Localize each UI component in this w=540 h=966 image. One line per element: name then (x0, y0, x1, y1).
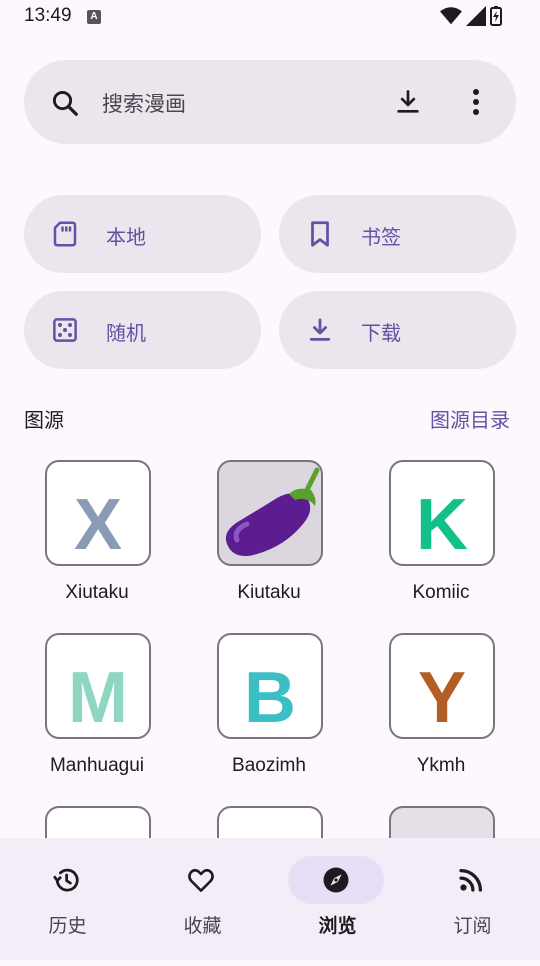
source-logo: M (45, 633, 151, 739)
nav-browse-label: 浏览 (318, 915, 357, 937)
local-button[interactable]: 本地 (24, 195, 261, 273)
source-name: Komiic (412, 582, 470, 603)
more-vert-icon[interactable] (466, 86, 486, 118)
source-logo-letter: K (416, 485, 468, 565)
search-input[interactable]: 搜索漫画 (102, 88, 186, 118)
source-logo: B (217, 633, 323, 739)
downloads-label: 下载 (361, 321, 401, 345)
source-name: Xiutaku (65, 582, 129, 603)
rss-icon (459, 869, 482, 892)
nav-history-label: 历史 (48, 915, 87, 937)
bookmark-icon (311, 221, 329, 247)
status-time: 13:49 (24, 5, 72, 26)
downloads-button[interactable]: 下载 (279, 291, 516, 369)
source-tile-xiutaku[interactable]: X Xiutaku (19, 460, 169, 620)
source-logo-letter: X (73, 485, 123, 565)
status-bar: 13:49 A (0, 0, 540, 34)
source-logo: X (45, 460, 151, 566)
source-logo-letter: B (244, 658, 296, 738)
source-tile-manhuagui[interactable]: M Manhuagui (19, 633, 169, 793)
notification-a-icon: A (87, 10, 101, 24)
nav-favorites-label: 收藏 (183, 915, 222, 937)
local-label: 本地 (106, 225, 146, 249)
bookmarks-label: 书签 (361, 225, 401, 249)
battery-icon (490, 6, 502, 26)
wifi-icon (440, 7, 462, 25)
source-catalog-link[interactable]: 图源目录 (430, 404, 510, 433)
nav-favorites[interactable]: 收藏 (135, 838, 270, 960)
heart-icon (188, 868, 214, 892)
nav-history[interactable]: 历史 (0, 838, 135, 960)
status-icons (440, 6, 502, 26)
search-icon (52, 90, 78, 116)
nav-subscriptions-label: 订阅 (453, 915, 492, 937)
source-logo-letter: Y (417, 658, 467, 738)
dice-icon (53, 318, 77, 342)
source-tile-ykmh[interactable]: Y Ykmh (363, 633, 513, 793)
eggplant-icon (225, 467, 320, 556)
nav-browse[interactable]: 浏览 (270, 838, 405, 960)
compass-icon (323, 867, 349, 893)
source-name: Kiutaku (237, 582, 301, 603)
source-name: Manhuagui (49, 755, 145, 776)
download-icon (309, 318, 331, 341)
source-logo (217, 460, 323, 566)
source-name: Baozimh (232, 755, 306, 776)
bottom-navigation: 历史 收藏 浏览 订阅 (0, 838, 540, 960)
nav-subscriptions[interactable]: 订阅 (405, 838, 540, 960)
source-tile-komiic[interactable]: K Komiic (363, 460, 513, 620)
source-tile-kiutaku[interactable]: Kiutaku (191, 460, 341, 620)
download-icon[interactable] (394, 87, 422, 117)
bookmarks-button[interactable]: 书签 (279, 195, 516, 273)
source-logo-letter: M (68, 658, 128, 738)
history-icon (53, 868, 79, 892)
random-button[interactable]: 随机 (24, 291, 261, 369)
sources-title: 图源 (24, 408, 64, 432)
sd-card-icon (53, 221, 77, 247)
source-name: Ykmh (416, 755, 466, 776)
source-tile-baozimh[interactable]: B Baozimh (191, 633, 341, 793)
signal-icon (466, 6, 486, 26)
search-bar[interactable]: 搜索漫画 (24, 60, 516, 144)
source-logo: K (389, 460, 495, 566)
source-logo: Y (389, 633, 495, 739)
random-label: 随机 (106, 321, 146, 345)
